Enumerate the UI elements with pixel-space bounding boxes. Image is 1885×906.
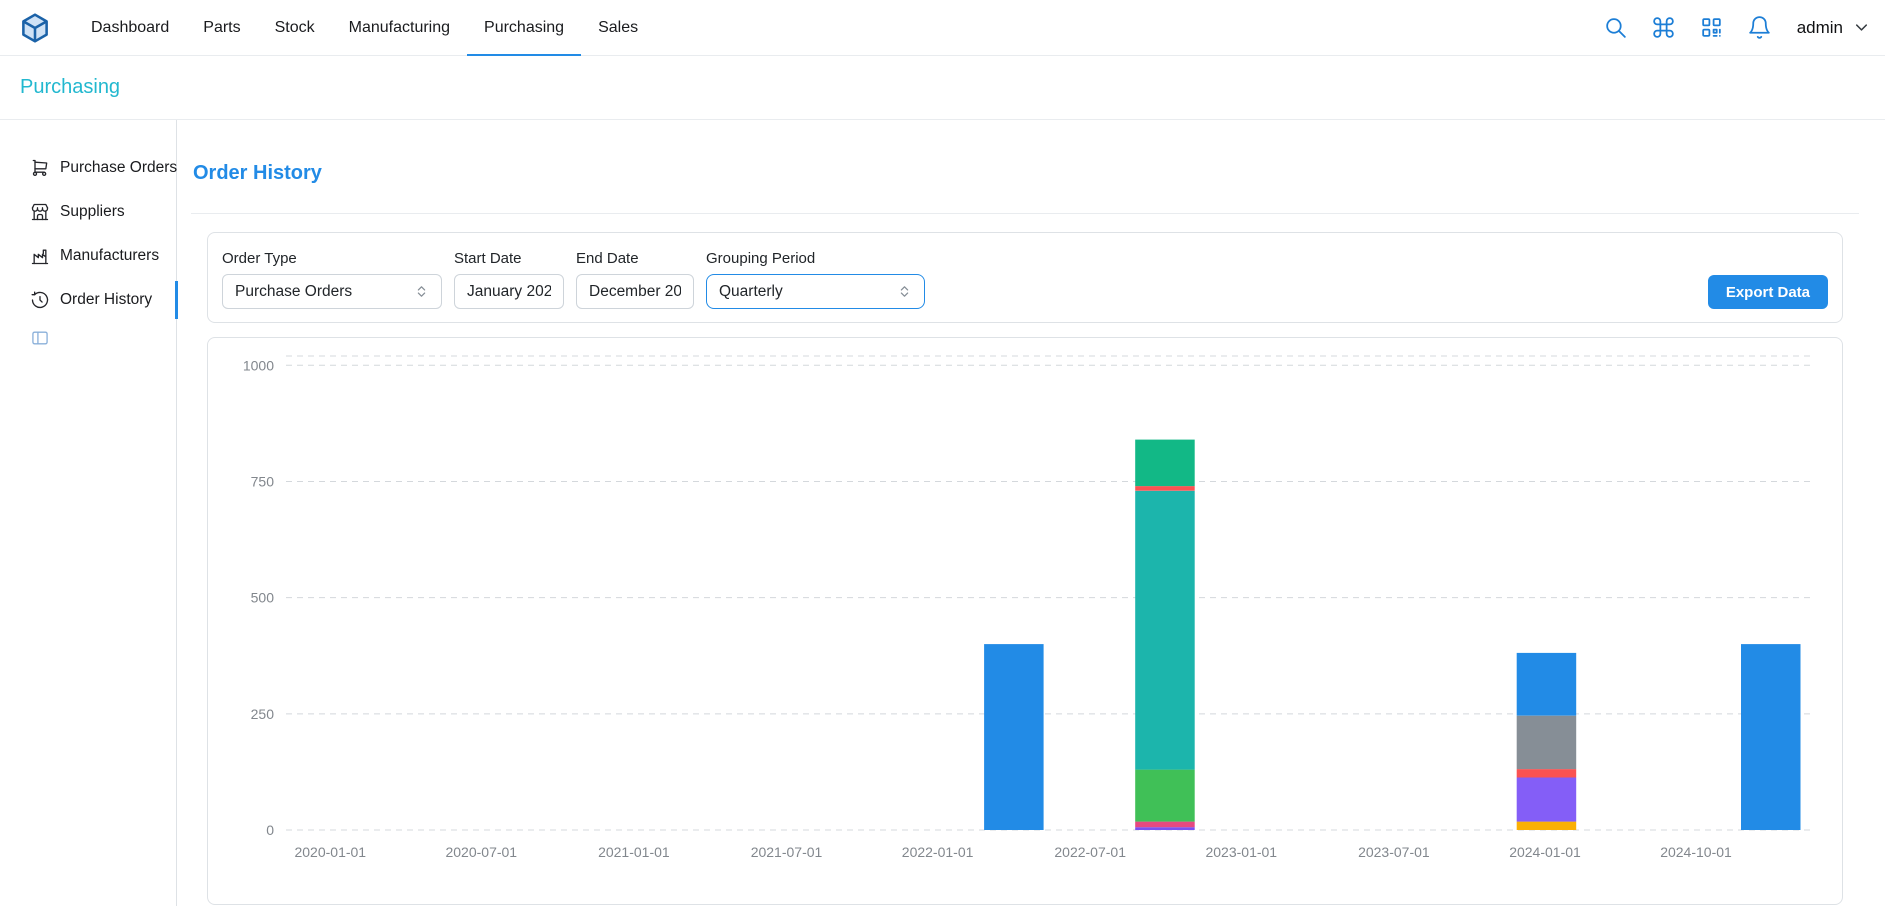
svg-text:2023-07-01: 2023-07-01 bbox=[1358, 844, 1430, 860]
sidebar-item-label: Manufacturers bbox=[60, 247, 159, 265]
start-date-group: Start Date bbox=[454, 250, 564, 309]
history-icon bbox=[30, 290, 50, 310]
grouping-period-group: Grouping Period Quarterly bbox=[706, 250, 925, 309]
tab-sales-label: Sales bbox=[598, 19, 638, 37]
inventree-package-logo-icon bbox=[18, 11, 52, 45]
chevron-down-icon bbox=[1852, 18, 1871, 37]
tab-purchasing-label: Purchasing bbox=[484, 19, 564, 37]
heading-divider bbox=[191, 213, 1859, 214]
export-data-button[interactable]: Export Data bbox=[1708, 275, 1828, 309]
end-date-input[interactable] bbox=[576, 274, 694, 309]
tab-parts-label: Parts bbox=[203, 19, 240, 37]
building-factory-icon bbox=[30, 246, 50, 266]
svg-text:1000: 1000 bbox=[243, 357, 274, 373]
sidebar-item-order-history[interactable]: Order History bbox=[0, 278, 176, 322]
order-type-label: Order Type bbox=[222, 250, 442, 267]
notifications-button[interactable] bbox=[1739, 7, 1781, 49]
svg-text:2022-01-01: 2022-01-01 bbox=[902, 844, 974, 860]
svg-text:2023-01-01: 2023-01-01 bbox=[1205, 844, 1277, 860]
username: admin bbox=[1797, 18, 1843, 38]
sidebar-collapse-button[interactable] bbox=[30, 328, 50, 351]
shopping-cart-icon bbox=[30, 158, 50, 178]
main-tabs: Dashboard Parts Stock Manufacturing Purc… bbox=[74, 0, 655, 55]
svg-text:250: 250 bbox=[251, 706, 275, 722]
svg-text:2021-07-01: 2021-07-01 bbox=[751, 844, 823, 860]
tab-manufacturing[interactable]: Manufacturing bbox=[332, 0, 467, 55]
grouping-period-label: Grouping Period bbox=[706, 250, 925, 267]
sidebar-item-label: Order History bbox=[60, 291, 152, 309]
sidebar: Purchase Orders Suppliers Manufacturers bbox=[0, 120, 177, 906]
tab-parts[interactable]: Parts bbox=[186, 0, 257, 55]
svg-text:2024-10-01: 2024-10-01 bbox=[1660, 844, 1732, 860]
top-navbar: Dashboard Parts Stock Manufacturing Purc… bbox=[0, 0, 1885, 56]
building-store-icon bbox=[30, 202, 50, 222]
order-history-chart-card: 0 250 500 750 1000 2020-01-01 2020-07-01 2021-0… bbox=[207, 337, 1843, 905]
order-type-value: Purchase Orders bbox=[235, 283, 352, 301]
search-icon bbox=[1603, 15, 1628, 40]
tab-dashboard-label: Dashboard bbox=[91, 19, 169, 37]
bell-icon bbox=[1747, 15, 1772, 40]
svg-text:2022-07-01: 2022-07-01 bbox=[1054, 844, 1126, 860]
order-type-select[interactable]: Purchase Orders bbox=[222, 274, 442, 309]
selector-chevrons-icon bbox=[897, 284, 912, 299]
order-history-chart[interactable]: 0 250 500 750 1000 2020-01-01 2020-07-01 2021-0… bbox=[208, 338, 1842, 904]
sidebar-item-label: Purchase Orders bbox=[60, 159, 177, 177]
tab-sales[interactable]: Sales bbox=[581, 0, 655, 55]
sidebar-item-suppliers[interactable]: Suppliers bbox=[0, 190, 176, 234]
svg-text:0: 0 bbox=[266, 822, 274, 838]
main-panel: Order History Order Type Purchase Orders… bbox=[177, 120, 1885, 906]
end-date-group: End Date bbox=[576, 250, 694, 309]
user-menu[interactable]: admin bbox=[1797, 18, 1871, 38]
navbar-actions: admin bbox=[1595, 7, 1871, 49]
tab-dashboard[interactable]: Dashboard bbox=[74, 0, 186, 55]
svg-text:750: 750 bbox=[251, 473, 275, 489]
svg-text:2020-01-01: 2020-01-01 bbox=[294, 844, 366, 860]
filter-panel: Order Type Purchase Orders Start Date En… bbox=[207, 232, 1843, 323]
tab-stock[interactable]: Stock bbox=[258, 0, 332, 55]
tab-purchasing[interactable]: Purchasing bbox=[467, 0, 581, 55]
selector-chevrons-icon bbox=[414, 284, 429, 299]
sidebar-item-purchase-orders[interactable]: Purchase Orders bbox=[0, 146, 176, 190]
start-date-label: Start Date bbox=[454, 250, 564, 267]
search-button[interactable] bbox=[1595, 7, 1637, 49]
sidebar-item-label: Suppliers bbox=[60, 203, 125, 221]
command-icon bbox=[1651, 15, 1676, 40]
page-title: Order History bbox=[193, 162, 1859, 185]
barcode-scan-icon bbox=[1699, 15, 1724, 40]
order-type-group: Order Type Purchase Orders bbox=[222, 250, 442, 309]
tab-manufacturing-label: Manufacturing bbox=[349, 19, 450, 37]
grouping-period-select[interactable]: Quarterly bbox=[706, 274, 925, 309]
svg-text:2024-01-01: 2024-01-01 bbox=[1509, 844, 1581, 860]
command-menu-button[interactable] bbox=[1643, 7, 1685, 49]
tab-stock-label: Stock bbox=[275, 19, 315, 37]
start-date-input[interactable] bbox=[454, 274, 564, 309]
app-logo[interactable] bbox=[18, 11, 52, 45]
end-date-label: End Date bbox=[576, 250, 694, 267]
svg-text:2020-07-01: 2020-07-01 bbox=[445, 844, 517, 860]
svg-text:2021-01-01: 2021-01-01 bbox=[598, 844, 670, 860]
page-header: Purchasing bbox=[0, 56, 1885, 120]
grouping-period-value: Quarterly bbox=[719, 283, 783, 301]
barcode-scan-button[interactable] bbox=[1691, 7, 1733, 49]
sidebar-item-manufacturers[interactable]: Manufacturers bbox=[0, 234, 176, 278]
sidebar-collapse-icon bbox=[30, 328, 50, 348]
svg-text:500: 500 bbox=[251, 590, 275, 606]
breadcrumb-purchasing[interactable]: Purchasing bbox=[20, 76, 120, 99]
